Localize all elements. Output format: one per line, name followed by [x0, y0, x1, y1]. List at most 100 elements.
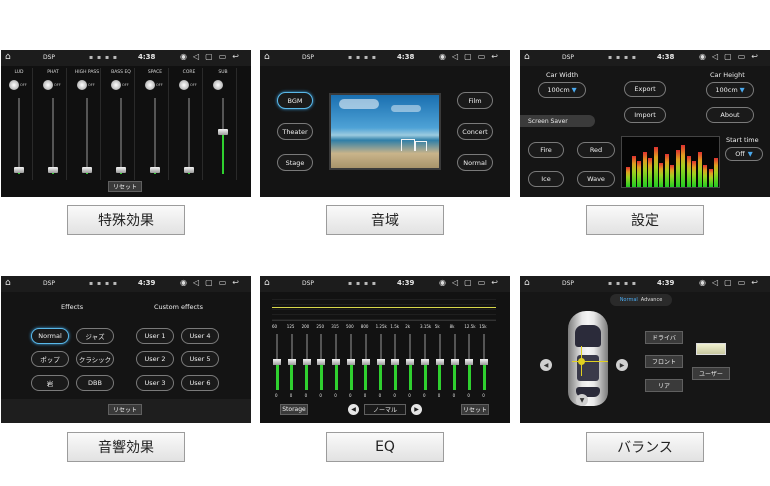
balance-point[interactable] — [578, 358, 585, 365]
tab-advance[interactable]: Advance — [641, 297, 663, 303]
eq-slider-thumb[interactable] — [273, 359, 281, 365]
home-icon[interactable]: ⌂ — [5, 53, 11, 62]
eq-slider-thumb[interactable] — [361, 359, 370, 365]
custom-user6-button[interactable]: User 6 — [181, 375, 219, 391]
screen-saver-tab[interactable]: Screen Saver — [520, 115, 595, 127]
dsp-slider-thumb[interactable] — [116, 167, 126, 174]
home-icon[interactable]: ⌂ — [524, 279, 530, 288]
dsp-slider-thumb[interactable] — [218, 129, 228, 136]
home-icon[interactable]: ⌂ — [264, 279, 270, 288]
eq-slider-thumb[interactable] — [287, 359, 296, 365]
about-button[interactable]: About — [706, 107, 754, 123]
effect-pop-button[interactable]: ポップ — [31, 351, 69, 367]
field-normal-button[interactable]: Normal — [457, 154, 493, 171]
eq-band-value: 0 — [482, 393, 485, 398]
custom-user4-button[interactable]: User 4 — [181, 328, 219, 344]
eq-reset-button[interactable]: リセット — [461, 404, 489, 415]
dsp-reset-button[interactable]: リセット — [108, 181, 142, 192]
nav-icons[interactable]: ◉◁▢▭↩ — [699, 278, 764, 287]
start-time-select[interactable]: Off ▼ — [725, 147, 763, 161]
eq-slider-thumb[interactable] — [391, 359, 400, 365]
dsp-slider-thumb[interactable] — [48, 167, 58, 174]
effects-reset-button[interactable]: リセット — [108, 404, 142, 415]
dsp-slider-track[interactable] — [18, 98, 20, 174]
eq-slider-thumb[interactable] — [317, 359, 326, 365]
import-button[interactable]: Import — [624, 107, 666, 123]
dsp-slider-track[interactable] — [120, 98, 122, 174]
dsp-knob-icon[interactable] — [9, 80, 19, 90]
tab-normal[interactable]: Normal — [620, 297, 638, 303]
spectrum-bar — [642, 151, 647, 187]
custom-user3-button[interactable]: User 3 — [136, 375, 174, 391]
status-title: DSP — [562, 54, 575, 61]
eq-slider-thumb[interactable] — [406, 359, 415, 365]
car-height-select[interactable]: 100cm ▼ — [706, 82, 754, 98]
eq-slider-thumb[interactable] — [450, 359, 459, 365]
dsp-slider-thumb[interactable] — [14, 167, 24, 174]
home-icon[interactable]: ⌂ — [524, 53, 530, 62]
effect-dbb-button[interactable]: DBB — [76, 375, 114, 391]
dsp-slider-track[interactable] — [86, 98, 88, 174]
field-bgm-button[interactable]: BGM — [277, 92, 313, 109]
custom-user1-button[interactable]: User 1 — [136, 328, 174, 344]
nav-icons[interactable]: ◉◁▢▭↩ — [439, 278, 504, 287]
eq-slider-thumb[interactable] — [332, 359, 341, 365]
effect-classic-button[interactable]: クラシック — [76, 351, 114, 367]
saver-red-button[interactable]: Red — [577, 142, 615, 158]
field-film-button[interactable]: Film — [457, 92, 493, 109]
dsp-slider-track[interactable] — [52, 98, 54, 174]
field-stage-button[interactable]: Stage — [277, 154, 313, 171]
eq-panel: ⌂ DSP ▪ ▪ ▪ ▪ 4:39 ◉◁▢▭↩ Storage ◀ ノーマル … — [260, 276, 510, 423]
dsp-knob-icon[interactable] — [179, 80, 189, 90]
arrow-right-icon[interactable]: ▶ — [616, 359, 628, 371]
arrow-left-icon[interactable]: ◀ — [540, 359, 552, 371]
custom-user2-button[interactable]: User 2 — [136, 351, 174, 367]
dsp-channel-name: HIGH PASS — [74, 70, 100, 75]
dsp-slider-thumb[interactable] — [150, 167, 160, 174]
car-width-value: 100cm — [547, 86, 570, 94]
home-icon[interactable]: ⌂ — [5, 279, 11, 288]
nav-icons[interactable]: ◉◁▢▭↩ — [439, 52, 504, 61]
balance-panel: ⌂ DSP ▪ ▪ ▪ ▪ 4:39 ◉◁▢▭↩ Normal Advance … — [520, 276, 770, 423]
balance-user-button[interactable]: ユーザー — [692, 367, 730, 380]
field-concert-button[interactable]: Concert — [457, 123, 493, 140]
field-theater-button[interactable]: Theater — [277, 123, 313, 140]
home-icon[interactable]: ⌂ — [264, 53, 270, 62]
balance-front-button[interactable]: フロント — [645, 355, 683, 368]
custom-user5-button[interactable]: User 5 — [181, 351, 219, 367]
eq-slider-thumb[interactable] — [376, 359, 385, 365]
dsp-slider-track[interactable] — [188, 98, 190, 174]
nav-icons[interactable]: ◉◁▢▭↩ — [180, 52, 245, 61]
eq-storage-button[interactable]: Storage — [280, 404, 308, 415]
dsp-knob-icon[interactable] — [77, 80, 87, 90]
preset-next-icon[interactable]: ▶ — [411, 404, 422, 415]
effect-jazz-button[interactable]: ジャズ — [76, 328, 114, 344]
saver-fire-button[interactable]: Fire — [528, 142, 564, 158]
dsp-knob-icon[interactable] — [43, 80, 53, 90]
eq-band-value: 0 — [334, 393, 337, 398]
export-button[interactable]: Export — [624, 81, 666, 97]
eq-slider-thumb[interactable] — [347, 359, 355, 365]
saver-wave-button[interactable]: Wave — [577, 171, 615, 187]
eq-slider-thumb[interactable] — [465, 359, 474, 365]
effect-rock-button[interactable]: 岩 — [31, 375, 69, 391]
car-width-select[interactable]: 100cm ▼ — [538, 82, 586, 98]
effect-normal-button[interactable]: Normal — [31, 328, 69, 344]
balance-driver-button[interactable]: ドライバ — [645, 331, 683, 344]
preset-prev-icon[interactable]: ◀ — [348, 404, 359, 415]
saver-ice-button[interactable]: Ice — [528, 171, 564, 187]
balance-rear-button[interactable]: リア — [645, 379, 683, 392]
dsp-slider-thumb[interactable] — [184, 167, 194, 174]
eq-slider-thumb[interactable] — [480, 359, 489, 365]
dsp-knob-icon[interactable] — [145, 80, 155, 90]
eq-slider-thumb[interactable] — [421, 359, 429, 365]
dsp-slider-thumb[interactable] — [82, 167, 92, 174]
dsp-knob-icon[interactable] — [213, 80, 223, 90]
dsp-knob-icon[interactable] — [111, 80, 121, 90]
eq-slider-thumb[interactable] — [302, 359, 311, 365]
nav-icons[interactable]: ◉◁▢▭↩ — [180, 278, 245, 287]
eq-slider-thumb[interactable] — [435, 359, 444, 365]
arrow-down-icon[interactable]: ▼ — [576, 394, 588, 406]
nav-icons[interactable]: ◉◁▢▭↩ — [699, 52, 764, 61]
dsp-slider-track[interactable] — [154, 98, 156, 174]
